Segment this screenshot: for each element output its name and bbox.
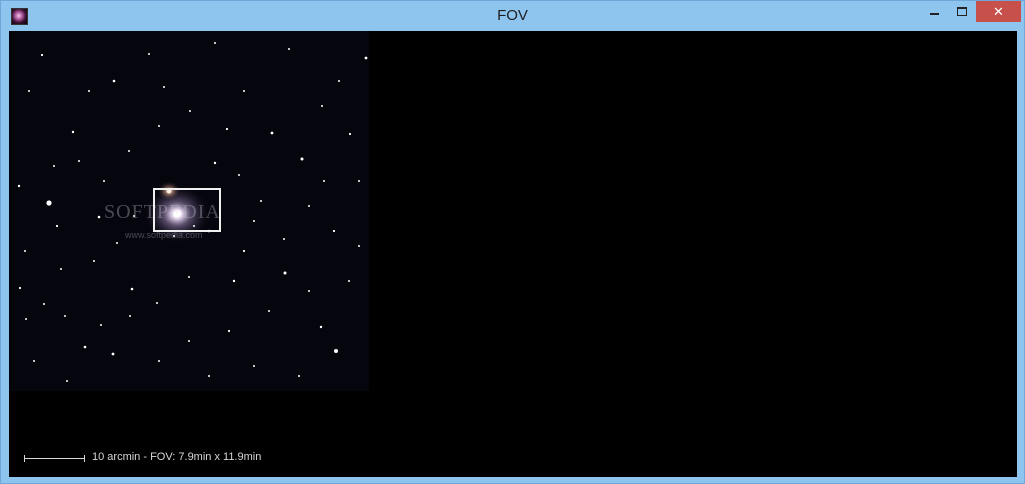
scale-bar xyxy=(24,455,85,462)
fov-rectangle[interactable] xyxy=(153,188,221,232)
close-icon: ✕ xyxy=(993,4,1004,19)
window-title: FOV xyxy=(497,7,528,24)
star-field-image[interactable]: SOFTPEDIA www.softpedia.com xyxy=(9,31,369,391)
minimize-icon xyxy=(930,12,939,15)
fov-window: FOV ✕ SOFTPEDIA www.softpedia.com 10 arc… xyxy=(0,0,1025,484)
maximize-icon xyxy=(956,7,967,17)
scale-label: 10 arcmin - FOV: 7.9min x 11.9min xyxy=(92,451,262,463)
close-button[interactable]: ✕ xyxy=(976,1,1021,22)
minimize-button[interactable] xyxy=(921,1,948,22)
maximize-button[interactable] xyxy=(948,1,975,22)
title-bar[interactable]: FOV ✕ xyxy=(1,1,1024,31)
fov-canvas[interactable]: SOFTPEDIA www.softpedia.com 10 arcmin - … xyxy=(9,31,1017,477)
